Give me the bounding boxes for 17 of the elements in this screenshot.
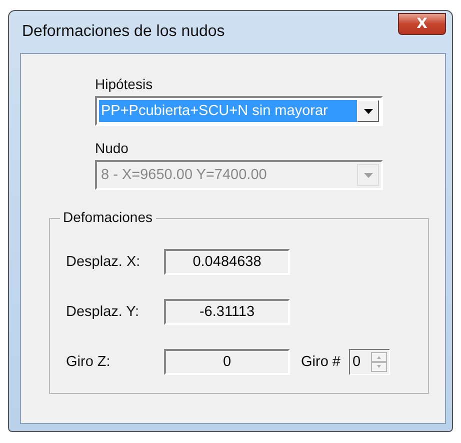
dropdown-value: PP+Pcubierta+SCU+N sin mayorar <box>99 100 357 122</box>
readonly-field: 0.0484638 <box>164 249 290 275</box>
field-label: Desplaz. X: <box>66 254 142 270</box>
field-label: Nudo <box>95 140 128 156</box>
window-title: Deformaciones de los nudos <box>22 23 225 41</box>
readonly-field: -6.31113 <box>164 299 290 325</box>
dropdown-value: 8 - X=9650.00 Y=7400.00 <box>100 166 268 185</box>
field-label: Hipótesis <box>95 76 153 92</box>
dropdown[interactable]: PP+Pcubierta+SCU+N sin mayorar <box>95 96 383 126</box>
spinner-arrows-icon[interactable] <box>370 352 386 372</box>
readonly-field: 0 <box>164 349 290 375</box>
spinner-field[interactable]: 0 <box>348 349 390 375</box>
field-label: Desplaz. Y: <box>66 304 140 320</box>
field-label: Giro Z: <box>66 354 112 370</box>
field-label: Giro # <box>301 354 340 370</box>
group-title: Defomaciones <box>60 209 156 225</box>
close-button[interactable]: X <box>398 13 446 35</box>
